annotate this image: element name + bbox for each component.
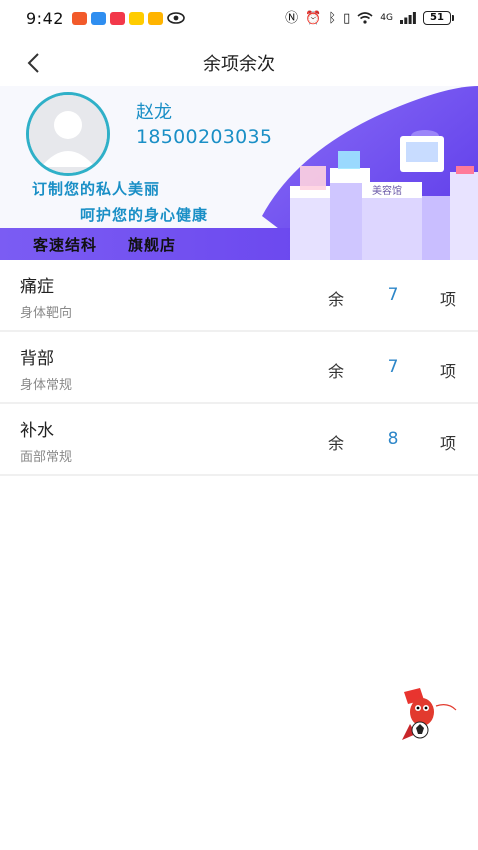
banner-sign-text: 美容馆	[372, 184, 402, 197]
item-name: 痛症	[20, 277, 54, 297]
unit-label: 项	[440, 434, 457, 453]
bluetooth-icon: ᛒ	[328, 10, 337, 26]
wifi-icon	[357, 12, 373, 24]
user-name: 赵龙	[136, 102, 172, 123]
page-title: 余项余次	[203, 54, 275, 75]
user-phone: 18500203035	[136, 126, 273, 148]
message-notification-icon	[90, 11, 106, 25]
avatar[interactable]	[26, 92, 110, 176]
meituan-notification-icon	[128, 11, 144, 25]
remain-label: 余	[328, 434, 345, 453]
app-notification-icon	[71, 11, 87, 25]
system-icons: Ⓝ ⏰ ᛒ ▯ 4G 51	[285, 11, 454, 25]
list-item[interactable]: 补水 面部常规 余 8 项	[0, 404, 478, 476]
unit-label: 项	[440, 362, 457, 381]
item-category: 身体常规	[20, 378, 73, 393]
status-bar: 9:42 Ⓝ ⏰ ᛒ ▯ 4G 51	[0, 0, 478, 36]
floating-mascot-button[interactable]	[398, 684, 466, 744]
item-category: 身体靶向	[20, 306, 73, 321]
slogan-line-1: 订制您的私人美丽	[32, 180, 161, 198]
remain-label: 余	[328, 290, 345, 309]
default-user-icon	[29, 95, 107, 173]
battery-level: 51	[423, 11, 451, 25]
store-suffix: 旗舰店	[128, 236, 177, 254]
alarm-icon: ⏰	[305, 10, 322, 26]
vibrate-icon: ▯	[343, 10, 351, 26]
nfc-icon: Ⓝ	[285, 10, 299, 26]
notification-icons	[71, 11, 185, 25]
remain-count: 8	[387, 429, 399, 449]
remain-count: 7	[387, 285, 399, 305]
remaining-items-list: 痛症 身体靶向 余 7 项 背部 身体常规 余 7 项 补水 面部常规 余 8 …	[0, 260, 478, 476]
network-type: 4G	[380, 13, 393, 23]
remain-label: 余	[328, 362, 345, 381]
signal-icon	[400, 12, 416, 24]
item-name: 背部	[20, 349, 54, 369]
remain-count: 7	[387, 357, 399, 377]
list-item[interactable]: 痛症 身体靶向 余 7 项	[0, 260, 478, 332]
store-name: 客速结科	[33, 236, 98, 254]
nav-header: 余项余次	[0, 40, 478, 84]
eye-icon	[167, 12, 185, 24]
list-item[interactable]: 背部 身体常规 余 7 项	[0, 332, 478, 404]
item-name: 补水	[20, 421, 54, 441]
shop-notification-icon	[109, 11, 125, 25]
unit-label: 项	[440, 290, 457, 309]
status-time: 9:42	[26, 8, 64, 28]
soccer-mascot-icon	[402, 688, 457, 740]
item-category: 面部常规	[20, 450, 73, 465]
delivery-notification-icon	[147, 11, 163, 25]
profile-banner: 美容馆 赵龙 18500203035 订制您的私人美丽 呵护您的身心健康 客速结…	[0, 86, 478, 260]
slogan-line-2: 呵护您的身心健康	[80, 206, 209, 224]
battery-icon: 51	[423, 11, 454, 25]
